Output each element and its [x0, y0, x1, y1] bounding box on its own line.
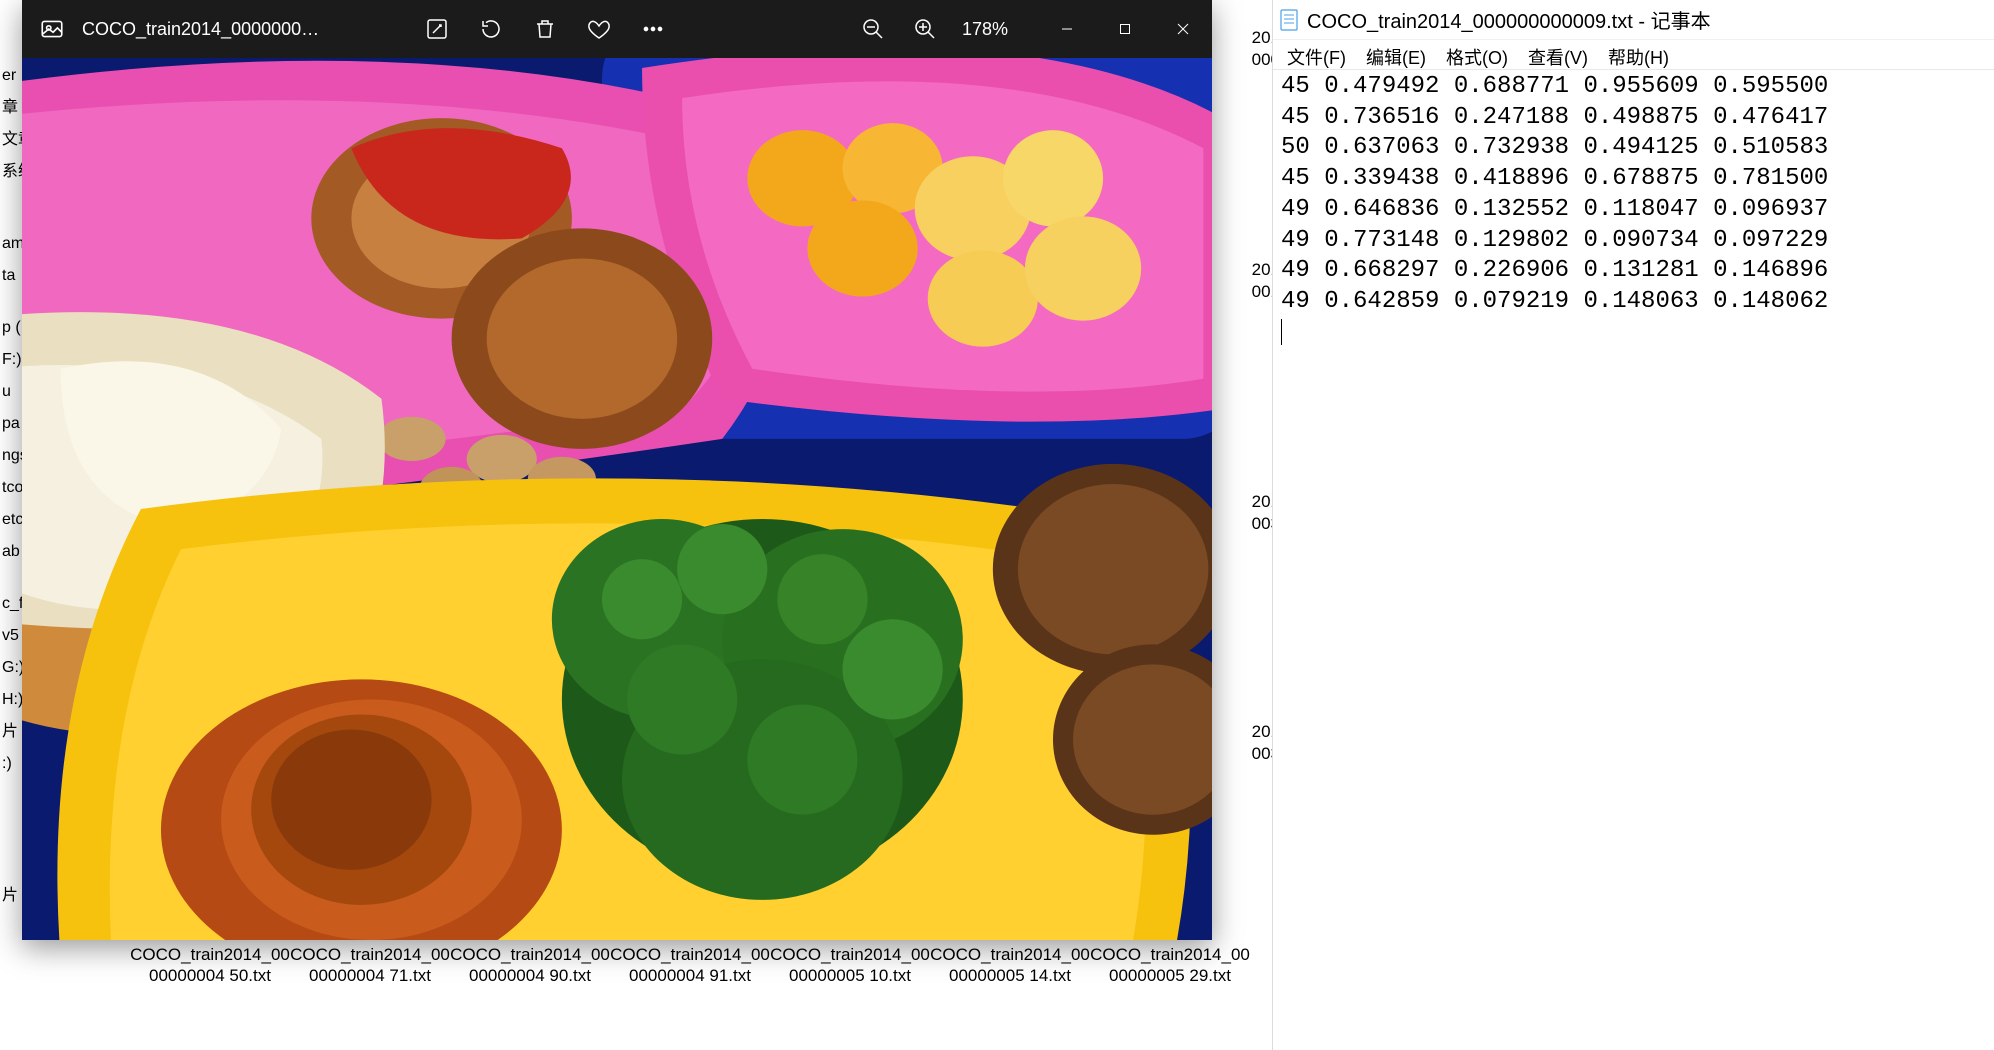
- favorite-icon[interactable]: [584, 14, 614, 44]
- text-caret: [1281, 319, 1282, 345]
- text-line: 49 0.668297 0.226906 0.131281 0.146896: [1281, 257, 1828, 284]
- rotate-icon[interactable]: [476, 14, 506, 44]
- menu-format[interactable]: 格式(O): [1436, 40, 1518, 69]
- text-line: 45 0.736516 0.247188 0.498875 0.476417: [1281, 104, 1828, 131]
- notepad-window: COCO_train2014_000000000009.txt - 记事本 文件…: [1272, 0, 1994, 1050]
- minimize-button[interactable]: [1038, 0, 1096, 58]
- text-line: 45 0.339438 0.418896 0.678875 0.781500: [1281, 165, 1828, 192]
- zoom-out-icon[interactable]: [858, 14, 888, 44]
- zoom-level: 178%: [962, 19, 1008, 40]
- close-button[interactable]: [1154, 0, 1212, 58]
- photos-title: COCO_train2014_00000000...: [82, 19, 362, 40]
- photos-titlebar: COCO_train2014_00000000...: [22, 0, 1212, 58]
- file-item[interactable]: COCO_train2014_0000000005 10.txt: [770, 944, 930, 987]
- menu-edit[interactable]: 编辑(E): [1356, 40, 1436, 69]
- photos-app-icon: [22, 0, 82, 58]
- notepad-titlebar: COCO_train2014_000000000009.txt - 记事本: [1273, 0, 1994, 40]
- text-line: 49 0.642859 0.079219 0.148063 0.148062: [1281, 288, 1828, 315]
- notepad-text-area[interactable]: 45 0.479492 0.688771 0.955609 0.595500 4…: [1273, 70, 1994, 1050]
- text-line: 49 0.773148 0.129802 0.090734 0.097229: [1281, 227, 1828, 254]
- notepad-title: COCO_train2014_000000000009.txt - 记事本: [1307, 5, 1711, 34]
- text-line: 49 0.646836 0.132552 0.118047 0.096937: [1281, 196, 1828, 223]
- menu-file[interactable]: 文件(F): [1277, 40, 1356, 69]
- file-item[interactable]: COCO_train2014_0000000005 14.txt: [930, 944, 1090, 987]
- more-icon[interactable]: [638, 14, 668, 44]
- file-item[interactable]: COCO_train2014_0000000004 50.txt: [130, 944, 290, 987]
- file-item[interactable]: COCO_train2014_0000000004 71.txt: [290, 944, 450, 987]
- notepad-icon: [1279, 8, 1299, 32]
- file-item[interactable]: COCO_train2014_0000000005 29.txt: [1090, 944, 1250, 987]
- photo-viewport[interactable]: [22, 58, 1212, 940]
- maximize-button[interactable]: [1096, 0, 1154, 58]
- photo-content: [22, 58, 1212, 940]
- notepad-menubar: 文件(F) 编辑(E) 格式(O) 查看(V) 帮助(H): [1273, 40, 1994, 70]
- file-item[interactable]: COCO_train2014_0000000004 90.txt: [450, 944, 610, 987]
- text-line: 45 0.479492 0.688771 0.955609 0.595500: [1281, 73, 1828, 100]
- photos-window: COCO_train2014_00000000...: [22, 0, 1212, 940]
- delete-icon[interactable]: [530, 14, 560, 44]
- text-line: 50 0.637063 0.732938 0.494125 0.510583: [1281, 134, 1828, 161]
- edit-icon[interactable]: [422, 14, 452, 44]
- menu-help[interactable]: 帮助(H): [1598, 40, 1679, 69]
- zoom-in-icon[interactable]: [910, 14, 940, 44]
- menu-view[interactable]: 查看(V): [1518, 40, 1598, 69]
- file-item[interactable]: COCO_train2014_0000000004 91.txt: [610, 944, 770, 987]
